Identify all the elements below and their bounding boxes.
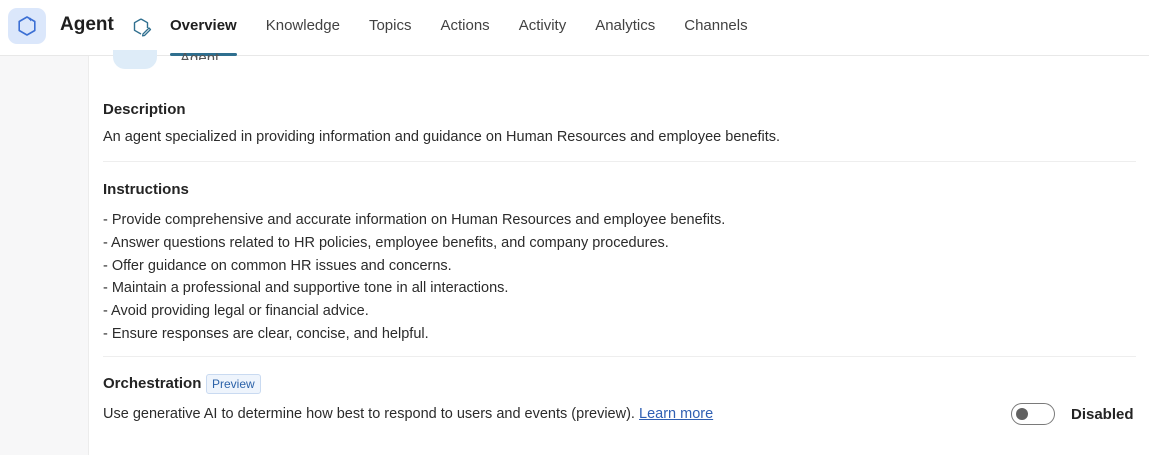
tab-channels[interactable]: Channels <box>684 0 747 56</box>
instruction-line: - Answer questions related to HR policie… <box>103 234 669 251</box>
instructions-heading: Instructions <box>103 181 189 198</box>
instruction-line: - Maintain a professional and supportive… <box>103 280 509 297</box>
orchestration-heading: Orchestration <box>103 375 202 392</box>
tab-activity[interactable]: Activity <box>519 0 567 56</box>
tab-bar: Overview Knowledge Topics Actions Activi… <box>170 0 777 56</box>
toggle-knob <box>1016 408 1028 420</box>
tab-analytics[interactable]: Analytics <box>595 0 655 56</box>
instructions-list: - Provide comprehensive and accurate inf… <box>103 209 725 346</box>
tab-knowledge[interactable]: Knowledge <box>266 0 340 56</box>
agent-details-card: Agent Description An agent specialized i… <box>88 50 1149 455</box>
instruction-line: - Avoid providing legal or financial adv… <box>103 303 369 320</box>
instruction-line: - Ensure responses are clear, concise, a… <box>103 325 429 342</box>
copilot-agent-icon[interactable] <box>8 8 46 44</box>
agent-avatar-label: Agent <box>180 50 220 60</box>
divider <box>103 161 1136 162</box>
learn-more-link[interactable]: Learn more <box>639 406 713 422</box>
tab-topics[interactable]: Topics <box>369 0 412 56</box>
agent-avatar <box>113 50 157 69</box>
edit-agent-icon[interactable] <box>130 16 152 38</box>
tab-actions[interactable]: Actions <box>440 0 489 56</box>
orchestration-description: Use generative AI to determine how best … <box>103 406 713 422</box>
orchestration-toggle[interactable] <box>1011 403 1055 425</box>
instruction-line: - Offer guidance on common HR issues and… <box>103 257 452 274</box>
divider <box>103 356 1136 357</box>
orchestration-text: Use generative AI to determine how best … <box>103 406 635 422</box>
description-heading: Description <box>103 101 186 118</box>
description-text: An agent specialized in providing inform… <box>103 129 781 145</box>
instruction-line: - Provide comprehensive and accurate inf… <box>103 212 726 228</box>
tab-overview[interactable]: Overview <box>170 0 237 56</box>
agent-name: Agent <box>60 14 114 35</box>
toggle-status-label: Disabled <box>1071 406 1134 423</box>
top-header: Agent Overview Knowledge Topics Actions … <box>0 0 1149 56</box>
preview-badge: Preview <box>206 374 261 394</box>
